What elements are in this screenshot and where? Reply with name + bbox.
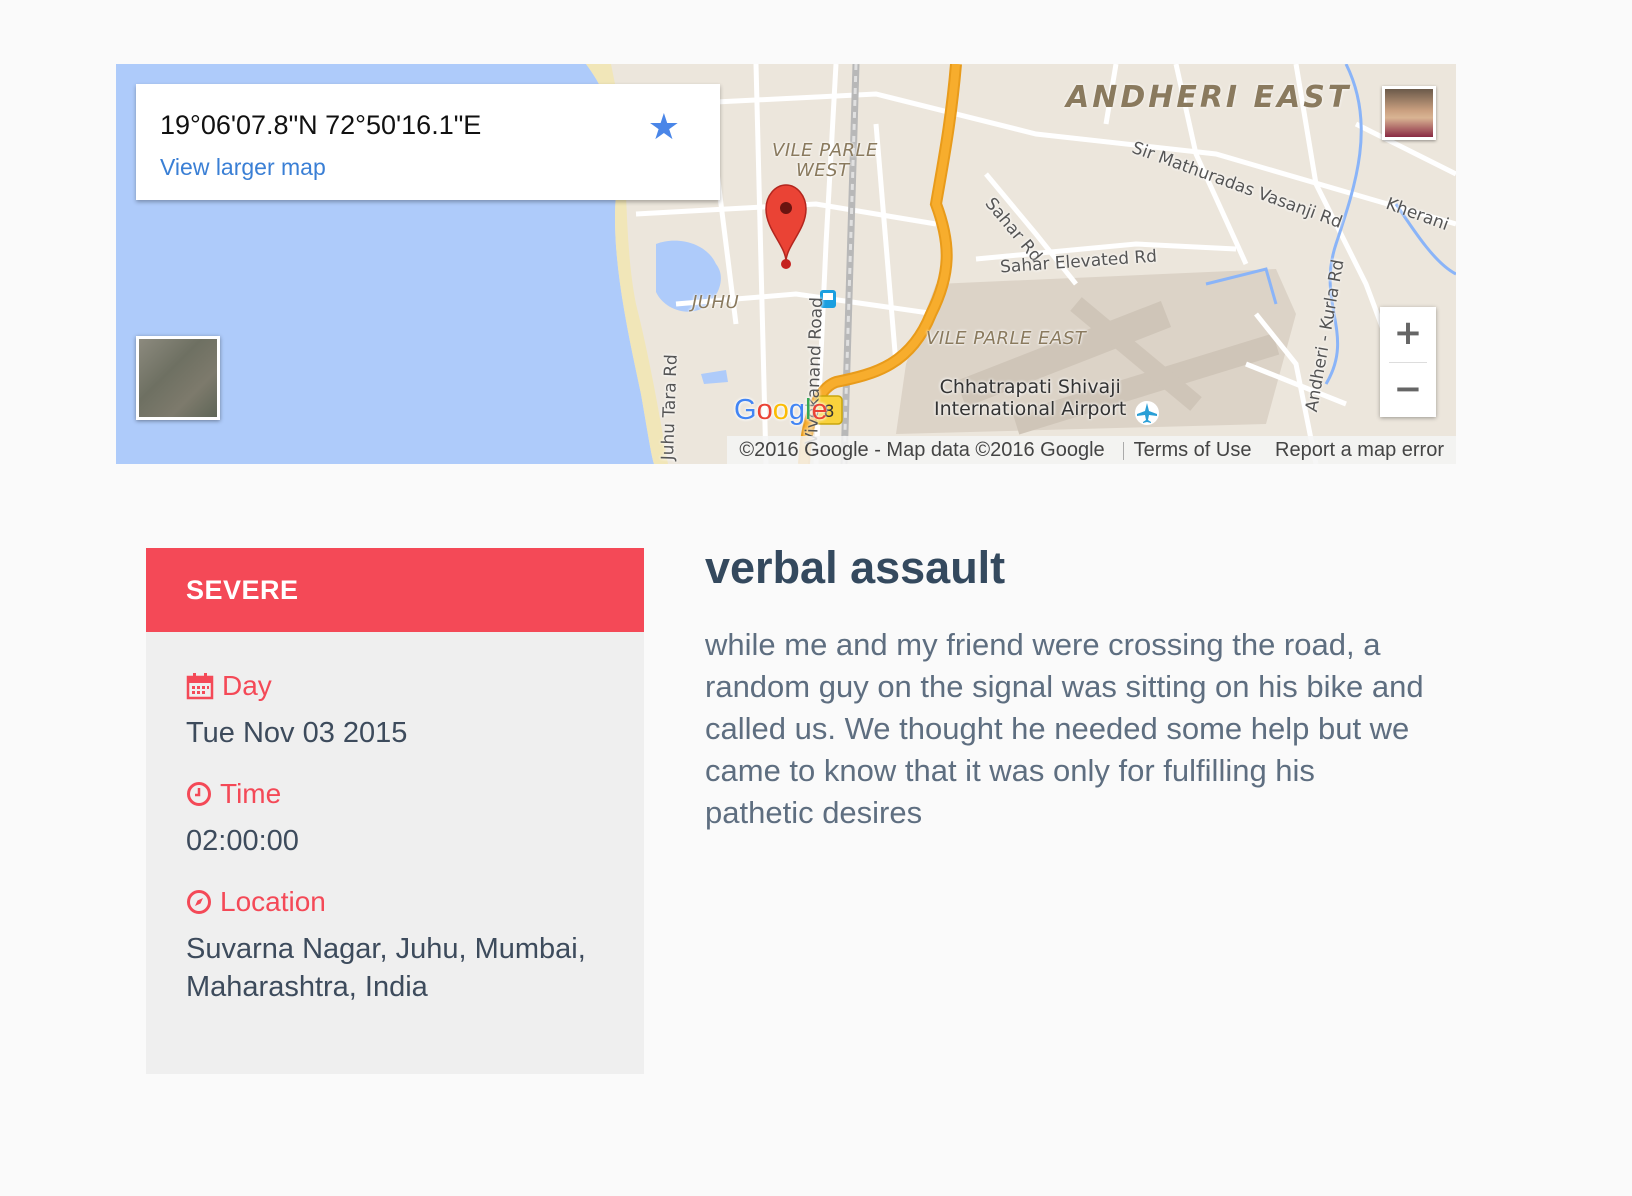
map-attribution-bar: ©2016 Google - Map data ©2016 Google Term… <box>727 436 1456 464</box>
clock-icon <box>187 782 211 806</box>
airport-name-line-2: International Airport <box>934 398 1127 420</box>
attribution-divider <box>1122 441 1124 460</box>
map-label-andheri-east: ANDHERI EAST <box>1066 80 1352 115</box>
airport-icon[interactable] <box>1135 401 1159 425</box>
terms-of-use-link[interactable]: Terms of Use <box>1134 439 1252 461</box>
time-section: Time 02:00:00 <box>186 778 616 860</box>
map-attribution: ©2016 Google - Map data ©2016 Google <box>739 439 1105 461</box>
airport-name-line-1: Chhatrapati Shivaji <box>939 376 1121 398</box>
day-label-row: Day <box>186 670 616 702</box>
incident-description: while me and my friend were crossing the… <box>705 627 1424 830</box>
day-label: Day <box>222 670 272 701</box>
view-larger-map-link[interactable]: View larger map <box>160 154 326 181</box>
time-label-row: Time <box>186 778 616 810</box>
location-label: Location <box>220 886 326 917</box>
report-map-error-link[interactable]: Report a map error <box>1275 439 1444 461</box>
map-label-vile-parle-west: VILE PARLE <box>772 140 878 161</box>
location-value: Suvarna Nagar, Juhu, Mumbai, Maharashtra… <box>186 933 586 1003</box>
map-label-juhu-tara: Juhu Tara Rd <box>658 353 682 461</box>
incident-title: verbal assault <box>705 542 1006 593</box>
time-label: Time <box>220 778 282 809</box>
satellite-toggle-button[interactable] <box>136 336 220 420</box>
severity-badge: SEVERE <box>146 548 644 632</box>
incident-details-card: SEVERE Day Tue Nov 03 2015 Time 02:00:00 <box>146 548 644 1074</box>
location-label-row: Location <box>186 886 616 918</box>
day-section: Day Tue Nov 03 2015 <box>186 670 616 752</box>
map-coordinates: 19°06'07.8"N 72°50'16.1"E <box>160 110 482 140</box>
embedded-map[interactable]: 8 ANDHERI EAST VILE PARLE WEST JUHU VILE… <box>116 64 1456 464</box>
zoom-out-button[interactable]: − <box>1380 363 1436 418</box>
compass-icon <box>187 890 211 914</box>
zoom-controls: + − <box>1380 307 1436 417</box>
map-label-airport[interactable]: Chhatrapati Shivaji International Airpor… <box>934 376 1126 420</box>
avatar[interactable] <box>1382 86 1436 140</box>
calendar-icon <box>186 673 214 700</box>
location-section: Location Suvarna Nagar, Juhu, Mumbai, Ma… <box>186 886 616 1006</box>
time-value: 02:00:00 <box>186 825 299 857</box>
day-value: Tue Nov 03 2015 <box>186 717 408 749</box>
zoom-in-button[interactable]: + <box>1380 307 1436 362</box>
google-logo[interactable]: Google <box>734 394 828 427</box>
star-icon[interactable]: ★ <box>648 106 680 148</box>
map-label-vile-parle-east: VILE PARLE EAST <box>926 328 1087 349</box>
map-label-west: WEST <box>796 160 850 181</box>
map-info-card: 19°06'07.8"N 72°50'16.1"E View larger ma… <box>136 84 720 200</box>
map-label-juhu: JUHU <box>692 292 740 313</box>
